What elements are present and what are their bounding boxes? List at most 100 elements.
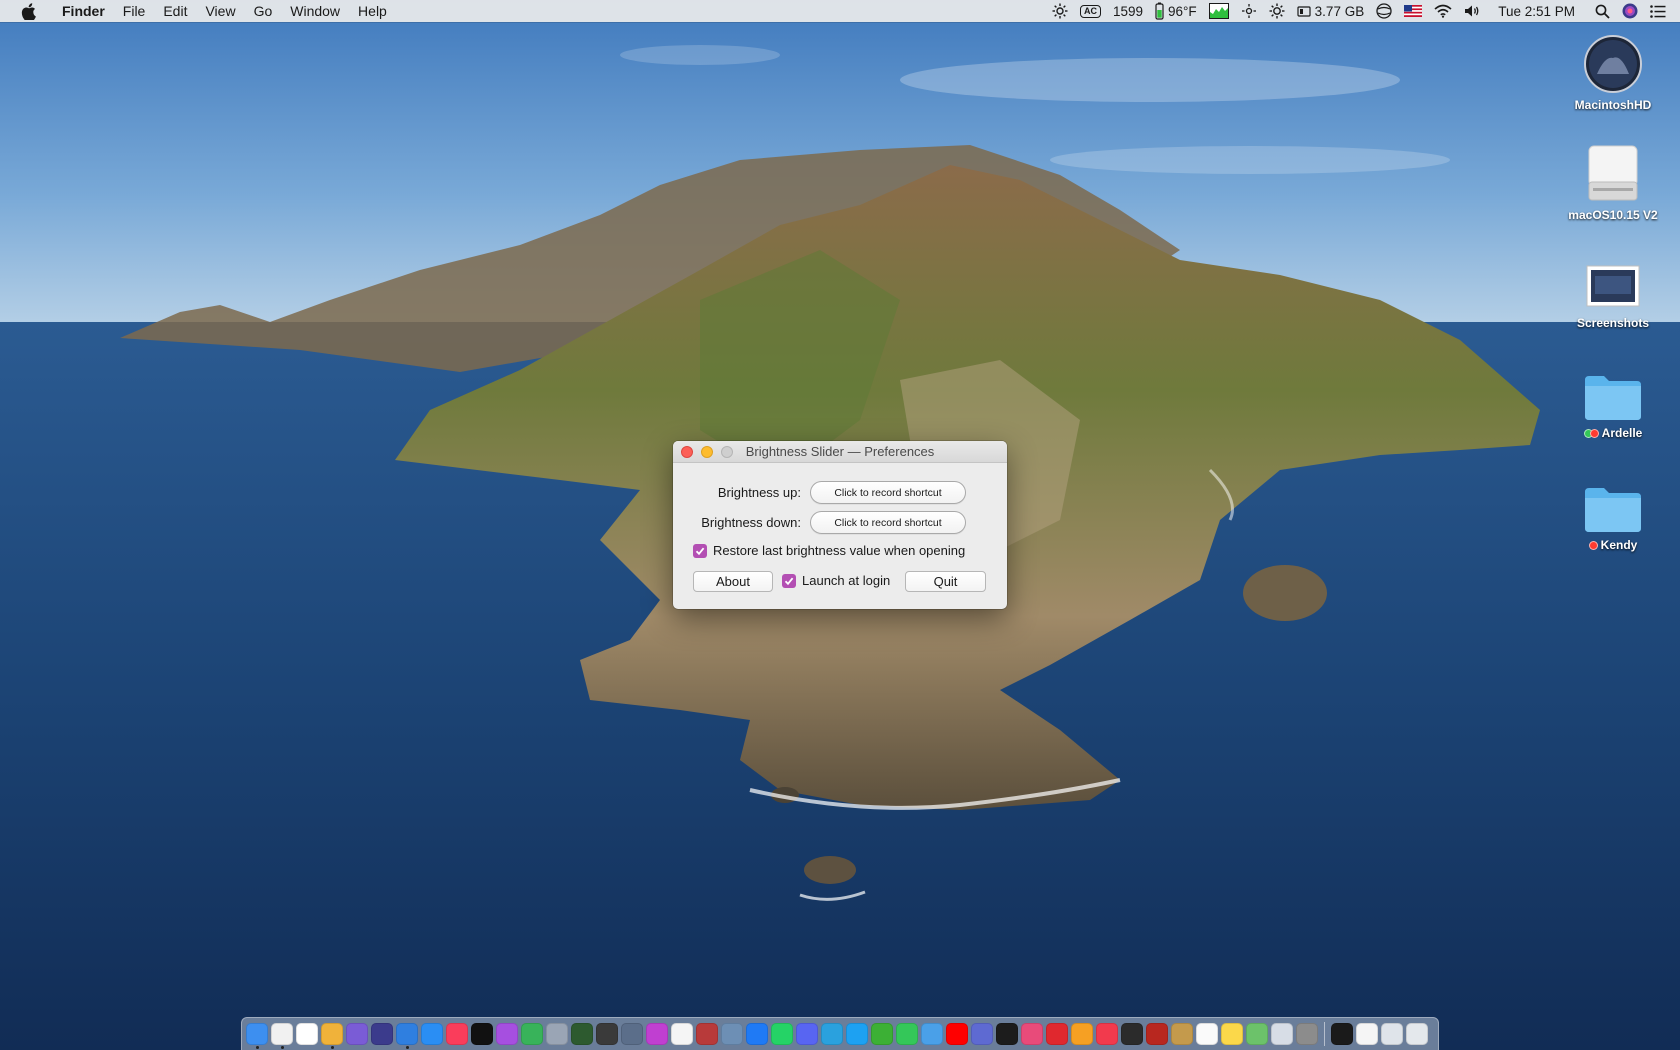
dock-telegram-icon[interactable] — [821, 1023, 843, 1045]
running-indicator — [256, 1046, 259, 1049]
memory-chip-icon — [1297, 6, 1311, 17]
dock-linear-icon[interactable] — [971, 1023, 993, 1045]
temperature-readout[interactable]: 96°F — [1149, 0, 1203, 22]
dock-mosaic-icon[interactable] — [571, 1023, 593, 1045]
dock-wechat-icon[interactable] — [871, 1023, 893, 1045]
dock-rocket-icon[interactable] — [546, 1023, 568, 1045]
dock-backdrop-icon[interactable] — [621, 1023, 643, 1045]
notification-center-icon[interactable] — [1644, 0, 1680, 22]
siri-icon[interactable] — [1616, 0, 1644, 22]
desktop-icon-macos-drive[interactable]: macOS10.15 V2 — [1558, 142, 1668, 222]
memory-readout[interactable]: 3.77 GB — [1291, 0, 1371, 22]
dock-document-icon[interactable] — [1356, 1023, 1378, 1045]
cpu-readout[interactable]: 1599 — [1107, 0, 1149, 22]
brightness-down-shortcut-button[interactable]: Click to record shortcut — [810, 511, 966, 534]
folder-icon — [1585, 488, 1641, 532]
menu-view[interactable]: View — [196, 0, 244, 22]
dock-calendar-icon[interactable] — [296, 1023, 318, 1045]
dock-safari-icon[interactable] — [396, 1023, 418, 1049]
hard-drive-icon — [1584, 35, 1642, 93]
dock-textedit-icon[interactable] — [1196, 1023, 1218, 1045]
dock-grid-icon[interactable] — [696, 1023, 718, 1045]
menu-app-name[interactable]: Finder — [56, 0, 114, 22]
menu-edit[interactable]: Edit — [154, 0, 196, 22]
dock-home-icon[interactable] — [1071, 1023, 1093, 1045]
dock-trash-icon[interactable] — [1406, 1023, 1428, 1045]
dock-cast-icon[interactable] — [1046, 1023, 1068, 1045]
dock-notebook-icon[interactable] — [1171, 1023, 1193, 1045]
launch-at-login-checkbox[interactable] — [782, 573, 796, 588]
us-flag-icon[interactable] — [1398, 0, 1428, 22]
dock-podcasts-icon[interactable] — [496, 1023, 518, 1045]
vpn-globe-icon[interactable] — [1370, 0, 1398, 22]
minimize-window-button[interactable] — [701, 446, 713, 458]
launch-at-login-label: Launch at login — [802, 573, 891, 588]
window-titlebar[interactable]: Brightness Slider — Preferences — [673, 441, 1007, 463]
desktop-icon-kendy[interactable]: Kendy — [1558, 484, 1668, 552]
launch-at-login-option[interactable]: Launch at login — [782, 573, 890, 588]
desktop-icon-ardelle[interactable]: Ardelle — [1558, 372, 1668, 440]
dock-youtube-icon[interactable] — [946, 1023, 968, 1045]
menu-file[interactable]: File — [114, 0, 155, 22]
dock-pages-icon[interactable] — [1146, 1023, 1168, 1045]
dock-finder-icon[interactable] — [246, 1023, 268, 1049]
about-button[interactable]: About — [693, 571, 773, 592]
battery-vertical-icon — [1155, 2, 1164, 20]
zoom-window-button[interactable] — [721, 446, 733, 458]
restore-brightness-option[interactable]: Restore last brightness value when openi… — [693, 543, 965, 558]
desktop-icon-screenshots[interactable]: Screenshots — [1558, 262, 1668, 330]
dock-find-my-icon[interactable] — [521, 1023, 543, 1045]
brightness-up-label: Brightness up: — [717, 485, 801, 500]
desktop-icon-label: Ardelle — [1601, 426, 1643, 440]
menu-window[interactable]: Window — [281, 0, 349, 22]
menu-help[interactable]: Help — [349, 0, 396, 22]
dock-news-icon[interactable] — [1096, 1023, 1118, 1045]
dock-separator — [1324, 1022, 1325, 1046]
activity-graph-icon[interactable] — [1203, 0, 1235, 22]
dock-quicktime-icon[interactable] — [996, 1023, 1018, 1045]
dock-clock-icon[interactable] — [271, 1023, 293, 1049]
dock-mail-folder-icon[interactable] — [1381, 1023, 1403, 1045]
dock-flower-icon[interactable] — [646, 1023, 668, 1045]
desktop-icon-macintoshhd[interactable]: MacintoshHD — [1558, 34, 1668, 112]
dock-apple-tv-icon[interactable] — [471, 1023, 493, 1045]
dock-weather-icon[interactable] — [321, 1023, 343, 1049]
dock-messenger-icon[interactable] — [746, 1023, 768, 1045]
dock-camera-icon[interactable] — [596, 1023, 618, 1045]
dock-music-icon[interactable] — [446, 1023, 468, 1045]
dock-twitter-icon[interactable] — [846, 1023, 868, 1045]
restore-brightness-checkbox[interactable] — [693, 543, 707, 558]
dock-launchpad-icon[interactable] — [346, 1023, 368, 1045]
brightness-low-icon[interactable] — [1235, 0, 1263, 22]
dock-editor-icon[interactable] — [1271, 1023, 1293, 1045]
sun-icon[interactable] — [1263, 0, 1291, 22]
dock-activity-icon[interactable] — [1121, 1023, 1143, 1045]
dock-siri-icon[interactable] — [371, 1023, 393, 1045]
close-window-button[interactable] — [681, 446, 693, 458]
dock-photos-icon[interactable] — [671, 1023, 693, 1045]
dock-maps-icon[interactable] — [1246, 1023, 1268, 1045]
menu-go[interactable]: Go — [245, 0, 282, 22]
brightness-down-label: Brightness down: — [701, 515, 801, 530]
dock — [241, 1017, 1439, 1050]
quit-button[interactable]: Quit — [905, 571, 986, 592]
menu-clock[interactable]: Tue 2:51 PM — [1488, 0, 1589, 22]
brightness-up-shortcut-button[interactable]: Click to record shortcut — [810, 481, 966, 504]
dock-notes-icon[interactable] — [1221, 1023, 1243, 1045]
volume-icon[interactable] — [1458, 0, 1488, 22]
dock-messages-icon[interactable] — [896, 1023, 918, 1045]
power-source-indicator[interactable]: AC — [1074, 0, 1107, 22]
brightness-icon[interactable] — [1046, 0, 1074, 22]
wifi-icon[interactable] — [1428, 0, 1458, 22]
dock-whatsapp-icon[interactable] — [771, 1023, 793, 1045]
dock-system-preferences-icon[interactable] — [1296, 1023, 1318, 1045]
dock-finder-mini-icon[interactable] — [921, 1023, 943, 1045]
window-title: Brightness Slider — Preferences — [745, 444, 935, 459]
dock-discord-icon[interactable] — [796, 1023, 818, 1045]
apple-logo-icon[interactable] — [18, 1, 38, 21]
dock-preview-icon[interactable] — [721, 1023, 743, 1045]
dock-app-store-icon[interactable] — [421, 1023, 443, 1045]
dock-terminal-icon[interactable] — [1331, 1023, 1353, 1045]
dock-notion-icon[interactable] — [1021, 1023, 1043, 1045]
spotlight-search-icon[interactable] — [1589, 0, 1616, 22]
